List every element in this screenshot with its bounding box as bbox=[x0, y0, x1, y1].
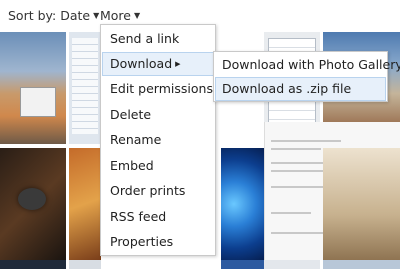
menu-item-label: Download bbox=[110, 56, 173, 71]
text-line-graphic bbox=[271, 148, 321, 150]
thumbnail-dialog-graphic bbox=[20, 87, 56, 117]
submenu-item-label: Download with Photo Gallery bbox=[222, 57, 400, 72]
photo-thumbnail[interactable] bbox=[0, 260, 66, 269]
menu-item-rename[interactable]: Rename bbox=[102, 128, 214, 152]
text-line-graphic bbox=[271, 140, 341, 142]
photo-thumbnail[interactable] bbox=[221, 148, 264, 260]
photo-thumbnail[interactable] bbox=[323, 260, 400, 269]
menu-item-label: Embed bbox=[110, 158, 154, 173]
menu-item-rss-feed[interactable]: RSS feed bbox=[102, 205, 214, 229]
menu-item-delete[interactable]: Delete bbox=[102, 103, 214, 127]
more-dropdown[interactable]: More ▼ bbox=[100, 8, 140, 23]
text-line-graphic bbox=[271, 212, 311, 214]
menu-item-properties[interactable]: Properties bbox=[102, 230, 214, 254]
sort-by-dropdown[interactable]: Sort by: Date ▼ bbox=[8, 8, 99, 23]
menu-item-label: RSS feed bbox=[110, 209, 167, 224]
chevron-down-icon: ▼ bbox=[93, 11, 100, 20]
submenu-item-label: Download as .zip file bbox=[222, 81, 352, 96]
menu-item-order-prints[interactable]: Order prints bbox=[102, 179, 214, 203]
photo-thumbnail[interactable] bbox=[221, 260, 264, 269]
more-menu: Send a link Download ▶ Edit permissions D… bbox=[100, 24, 216, 256]
submenu-item-download-photo-gallery[interactable]: Download with Photo Gallery bbox=[215, 53, 400, 77]
photo-thumbnail[interactable] bbox=[69, 260, 101, 269]
text-line-graphic bbox=[271, 186, 331, 188]
photo-thumbnail[interactable] bbox=[69, 148, 101, 260]
submenu-item-download-zip[interactable]: Download as .zip file bbox=[215, 77, 386, 101]
photo-thumbnail[interactable] bbox=[0, 148, 66, 260]
photo-thumbnail[interactable] bbox=[264, 260, 320, 269]
download-submenu: Download with Photo Gallery Download as … bbox=[213, 51, 400, 102]
menu-item-send-link[interactable]: Send a link bbox=[102, 27, 214, 51]
photo-thumbnail[interactable] bbox=[69, 32, 101, 144]
chevron-right-icon: ▶ bbox=[175, 60, 181, 68]
thumbnail-panel-graphic bbox=[72, 38, 98, 134]
menu-item-label: Delete bbox=[110, 107, 152, 122]
menu-item-label: Order prints bbox=[110, 183, 186, 198]
menu-item-edit-permissions[interactable]: Edit permissions bbox=[102, 77, 214, 101]
menu-item-download[interactable]: Download ▶ bbox=[102, 52, 214, 76]
sort-by-label: Sort by: Date bbox=[8, 8, 91, 23]
menu-item-embed[interactable]: Embed bbox=[102, 154, 214, 178]
menu-item-label: Properties bbox=[110, 234, 174, 249]
more-label: More bbox=[100, 8, 131, 23]
menu-item-label: Rename bbox=[110, 132, 162, 147]
chevron-down-icon: ▼ bbox=[134, 11, 141, 20]
mouse-graphic bbox=[18, 188, 46, 210]
menu-item-label: Send a link bbox=[110, 31, 180, 46]
photo-thumbnail[interactable] bbox=[323, 148, 400, 260]
photo-thumbnail[interactable] bbox=[0, 32, 66, 144]
text-line-graphic bbox=[271, 232, 326, 234]
menu-item-label: Edit permissions bbox=[110, 81, 213, 96]
